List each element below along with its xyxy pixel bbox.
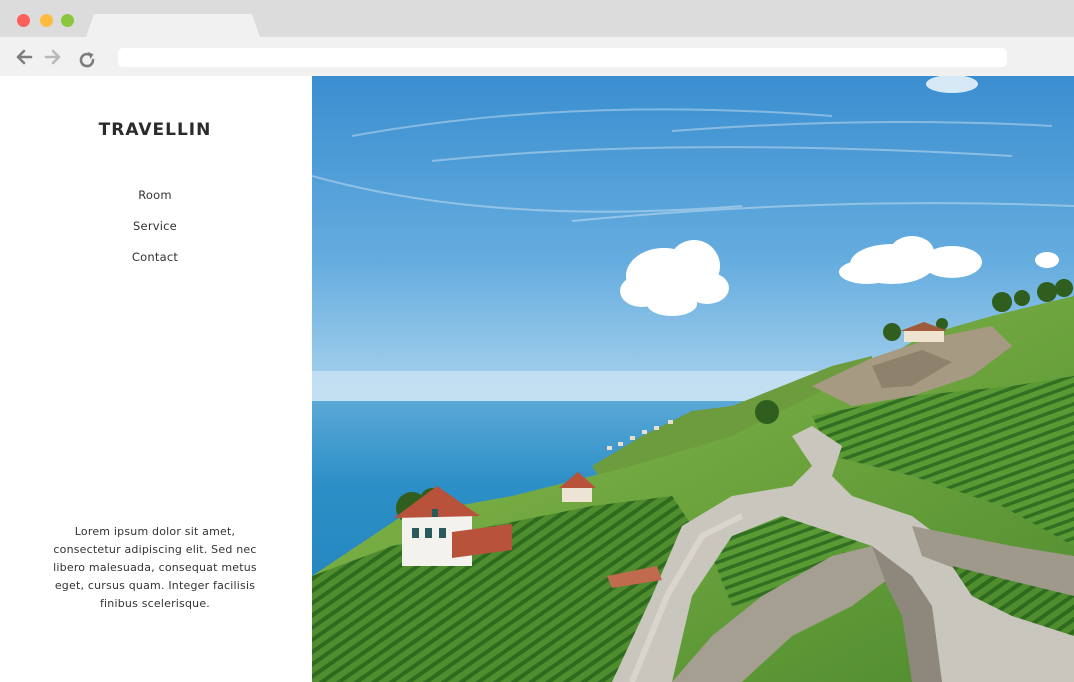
nav-item-room[interactable]: Room [0,187,310,218]
nav-item-contact[interactable]: Contact [0,249,310,280]
maximize-window-button[interactable] [61,14,74,27]
sidebar: TRAVELLIN Room Service Contact Lorem ips… [0,76,312,682]
nav-item-service[interactable]: Service [0,218,310,249]
reload-icon[interactable] [77,50,97,70]
main-nav: Room Service Contact [0,187,310,280]
minimize-window-button[interactable] [40,14,53,27]
tab-bar [0,0,1074,37]
browser-toolbar [0,37,1074,76]
browser-tab[interactable] [86,14,260,37]
hero-image [312,76,1074,682]
sidebar-description: Lorem ipsum dolor sit amet, consectetur … [53,525,257,610]
site-logo[interactable]: TRAVELLIN [0,120,310,140]
browser-chrome [0,0,1074,76]
forward-arrow-icon[interactable] [43,47,63,67]
back-arrow-icon[interactable] [14,47,34,67]
close-window-button[interactable] [17,14,30,27]
address-bar[interactable] [118,48,1007,67]
